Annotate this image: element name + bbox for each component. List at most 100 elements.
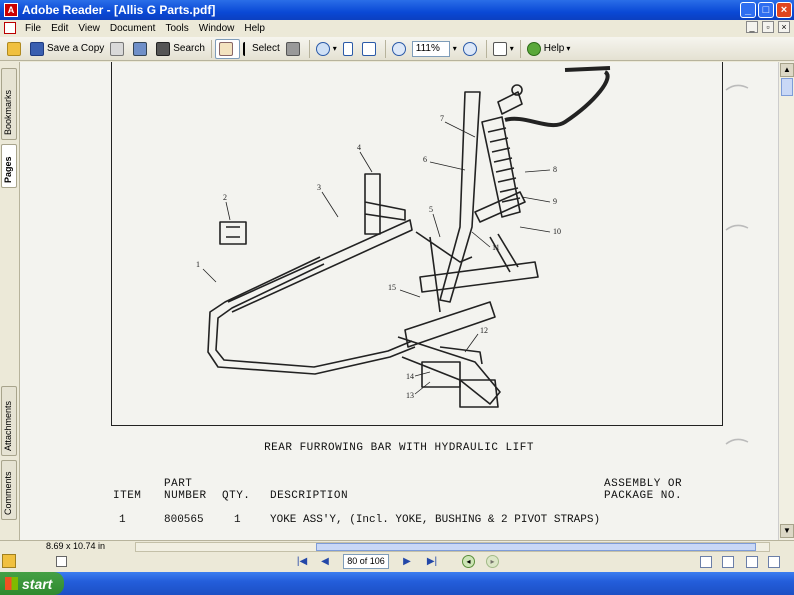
callout-7: 7 [440, 114, 444, 123]
callout-14: 14 [406, 372, 414, 381]
zoom-out-button[interactable] [389, 39, 412, 59]
menu-file[interactable]: File [20, 23, 46, 34]
horizontal-scroll-thumb[interactable] [316, 543, 756, 551]
binoculars-icon [156, 41, 171, 56]
callout-6: 6 [423, 155, 427, 164]
menu-edit[interactable]: Edit [46, 23, 73, 34]
continuous-view-icon[interactable] [722, 556, 734, 568]
header-description: DESCRIPTION [270, 490, 349, 502]
callout-9: 9 [553, 197, 557, 206]
zoom-in-button[interactable] [460, 39, 483, 59]
doc-restore-button[interactable]: ▫ [762, 21, 774, 33]
actual-size-icon [342, 41, 353, 56]
toolbar-separator [308, 39, 310, 58]
document-view[interactable]: 1 2 3 4 5 6 7 8 9 10 11 12 13 14 15 REAR… [20, 62, 778, 540]
scroll-down-icon[interactable]: ▼ [780, 524, 794, 538]
options-icon[interactable] [56, 556, 67, 567]
select-tool-button[interactable]: Select [240, 39, 283, 59]
previous-view-button[interactable]: ◂ [462, 555, 475, 568]
close-button[interactable]: × [776, 2, 792, 18]
page-size-readout: 8.69 x 10.74 in [46, 541, 106, 551]
callout-12: 12 [480, 326, 488, 335]
single-page-view-icon[interactable] [700, 556, 712, 568]
tab-comments[interactable]: Comments [1, 460, 17, 520]
windows-taskbar: start [0, 572, 794, 595]
callout-5: 5 [429, 205, 433, 214]
fit-width-icon [361, 41, 376, 56]
rotate-icon [492, 41, 507, 56]
row-1-description: YOKE ASS'Y, (Incl. YOKE, BUSHING & 2 PIV… [270, 514, 601, 526]
header-assembly-bottom: PACKAGE NO. [604, 490, 683, 502]
help-icon [526, 41, 541, 56]
tab-attachments-label: Attachments [3, 400, 13, 451]
menu-window[interactable]: Window [194, 23, 240, 34]
tab-pages[interactable]: Pages [1, 144, 17, 188]
vertical-scrollbar[interactable]: ▲ ▼ [778, 62, 794, 540]
callout-8: 8 [553, 165, 557, 174]
scroll-up-icon[interactable]: ▲ [780, 63, 794, 77]
callout-2: 2 [223, 193, 227, 202]
adobe-reader-window: A Adobe Reader - [Allis G Parts.pdf] _ □… [0, 0, 794, 595]
tab-bookmarks[interactable]: Bookmarks [1, 68, 17, 140]
menu-tools[interactable]: Tools [160, 23, 193, 34]
tab-comments-label: Comments [3, 471, 13, 515]
menu-view[interactable]: View [73, 23, 105, 34]
actual-size-button[interactable] [340, 39, 359, 59]
zoom-tool-button[interactable]: ▾ [313, 39, 340, 59]
fit-width-button[interactable] [359, 39, 382, 59]
rotate-button[interactable]: ▾ [490, 39, 517, 59]
previous-page-button[interactable]: ◀ [318, 555, 332, 569]
last-page-button[interactable]: ▶| [425, 555, 439, 569]
tab-attachments[interactable]: Attachments [1, 386, 17, 456]
callout-15: 15 [388, 283, 396, 292]
toolbar-separator [485, 39, 487, 58]
minimize-button[interactable]: _ [740, 2, 756, 18]
horizontal-scrollbar[interactable] [135, 542, 770, 552]
hand-icon [218, 41, 233, 56]
open-button[interactable] [4, 39, 27, 59]
lock-icon[interactable] [2, 554, 16, 568]
hand-tool-button[interactable] [214, 38, 240, 59]
pdf-icon: A [4, 3, 18, 17]
camera-icon [285, 41, 300, 56]
row-1-item: 1 [119, 514, 126, 526]
toolbar-separator [384, 39, 386, 58]
search-label: Search [173, 43, 205, 54]
header-part-top: PART [164, 478, 193, 490]
snapshot-button[interactable] [283, 39, 306, 59]
zoom-level-field[interactable]: 111% [411, 40, 450, 57]
start-button[interactable]: start [0, 572, 64, 595]
search-button[interactable]: Search [153, 39, 208, 59]
continuous-facing-view-icon[interactable] [768, 556, 780, 568]
doc-minimize-button[interactable]: _ [746, 21, 758, 33]
facing-view-icon[interactable] [746, 556, 758, 568]
callout-4: 4 [357, 143, 361, 152]
menu-document[interactable]: Document [105, 23, 161, 34]
figure-caption: REAR FURROWING BAR WITH HYDRAULIC LIFT [264, 442, 534, 454]
next-page-button[interactable]: ▶ [400, 555, 414, 569]
header-assembly-top: ASSEMBLY OR [604, 478, 683, 490]
printer-icon [110, 41, 125, 56]
email-button[interactable] [130, 39, 153, 59]
maximize-button[interactable]: □ [758, 2, 774, 18]
callout-3: 3 [317, 183, 321, 192]
callout-1: 1 [196, 260, 200, 269]
first-page-button[interactable]: |◀ [295, 555, 309, 569]
menu-help[interactable]: Help [239, 23, 270, 34]
help-button[interactable]: Help ▾ [524, 39, 574, 59]
floppy-icon [30, 41, 44, 56]
save-copy-button[interactable]: Save a Copy [27, 39, 107, 59]
zoom-level-dropdown-icon[interactable]: ▾ [453, 44, 457, 53]
scroll-thumb[interactable] [781, 78, 793, 96]
page-number-field[interactable]: 80 of 106 [343, 554, 389, 569]
doc-close-button[interactable]: × [778, 21, 790, 33]
save-copy-label: Save a Copy [47, 43, 105, 54]
print-button[interactable] [107, 39, 130, 59]
parts-diagram: 1 2 3 4 5 6 7 8 9 10 11 12 13 14 15 [196, 66, 749, 445]
select-label: Select [251, 43, 280, 54]
next-view-button[interactable]: ▸ [486, 555, 499, 568]
page-navigation-bar: |◀ ◀ 80 of 106 ▶ ▶| ◂ ▸ [0, 552, 794, 572]
header-item: ITEM [113, 490, 142, 502]
callout-13: 13 [406, 391, 414, 400]
window-title: Adobe Reader - [Allis G Parts.pdf] [22, 3, 216, 17]
